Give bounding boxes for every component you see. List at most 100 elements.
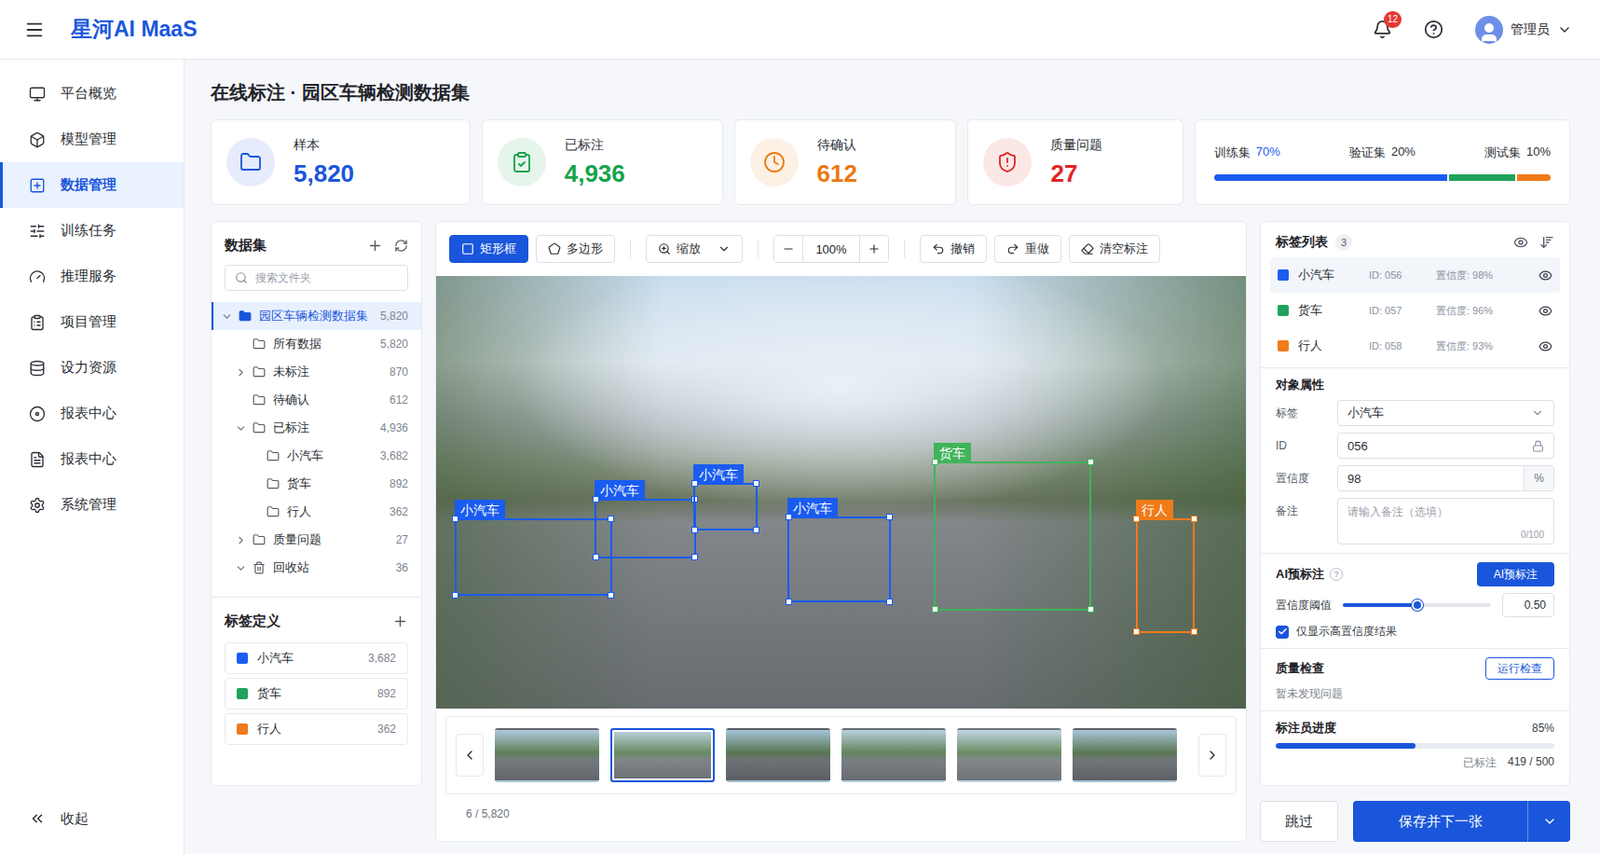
next-button[interactable] xyxy=(1198,733,1227,777)
thumbnail[interactable] xyxy=(494,727,600,782)
resize-handle[interactable] xyxy=(607,591,615,599)
action-button[interactable]: 清空标注 xyxy=(1068,234,1161,263)
label-row[interactable]: 小汽车ID: 056置信度: 98% xyxy=(1270,257,1560,293)
notifications[interactable]: 12 xyxy=(1372,19,1393,40)
thumbnail[interactable] xyxy=(1072,727,1177,782)
resize-handle[interactable] xyxy=(1087,458,1095,465)
action-button[interactable]: 重做 xyxy=(994,234,1062,263)
bounding-box[interactable]: 小汽车 xyxy=(693,482,758,532)
sidebar-item[interactable]: 报表中心 xyxy=(0,390,184,437)
user-menu[interactable]: 管理员 xyxy=(1475,15,1573,44)
resize-handle[interactable] xyxy=(691,526,698,534)
text-field[interactable]: 056 xyxy=(1337,432,1555,459)
resize-handle[interactable] xyxy=(931,605,939,613)
help-icon[interactable] xyxy=(1423,19,1444,40)
checkbox[interactable] xyxy=(1275,625,1289,639)
tree-row[interactable]: 行人362 xyxy=(211,497,422,526)
label-definition[interactable]: 行人362 xyxy=(224,712,409,745)
zoom-select[interactable]: 缩放 xyxy=(645,234,743,263)
ai-annotate-button[interactable]: AI预标注 xyxy=(1476,561,1555,587)
resize-handle[interactable] xyxy=(691,479,698,487)
sidebar-item[interactable]: 训练任务 xyxy=(0,207,184,254)
resize-handle[interactable] xyxy=(451,515,459,522)
resize-handle[interactable] xyxy=(592,553,600,561)
help-badge[interactable]: ? xyxy=(1329,567,1343,581)
save-menu-button[interactable] xyxy=(1527,800,1571,842)
resize-handle[interactable] xyxy=(1190,515,1198,522)
resize-handle[interactable] xyxy=(752,526,760,534)
resize-handle[interactable] xyxy=(1133,515,1140,522)
resize-handle[interactable] xyxy=(592,495,600,503)
tree-row[interactable]: 小汽车3,682 xyxy=(211,441,422,470)
eye-icon[interactable] xyxy=(1513,234,1529,250)
label-row[interactable]: 行人ID: 058置信度: 93% xyxy=(1270,328,1560,364)
sidebar-item[interactable]: 推理服务 xyxy=(0,253,184,300)
resize-handle[interactable] xyxy=(785,513,793,520)
resize-handle[interactable] xyxy=(451,591,459,599)
resize-handle[interactable] xyxy=(1087,605,1095,613)
skip-button[interactable]: 跳过 xyxy=(1259,800,1339,842)
search-input[interactable] xyxy=(253,270,398,286)
save-next-button[interactable]: 保存并下一张 xyxy=(1353,800,1528,842)
chevron-right-icon[interactable] xyxy=(234,366,247,379)
resize-handle[interactable] xyxy=(785,598,793,605)
plus-icon[interactable] xyxy=(392,613,409,630)
tree-row[interactable]: 所有数据5,820 xyxy=(211,329,422,358)
tool-button[interactable]: 多边形 xyxy=(535,234,616,263)
sidebar-item[interactable]: 项目管理 xyxy=(0,299,184,345)
tree-row[interactable]: 园区车辆检测数据集5,820 xyxy=(211,301,422,330)
tree-row[interactable]: 货车892 xyxy=(211,469,422,498)
prev-button[interactable] xyxy=(455,733,484,777)
sort-icon[interactable] xyxy=(1539,234,1555,250)
sidebar-item[interactable]: 模型管理 xyxy=(0,116,184,163)
action-button[interactable]: 撤销 xyxy=(919,234,987,263)
chevron-down-icon[interactable] xyxy=(234,561,247,575)
thumbnail[interactable] xyxy=(841,727,946,782)
tree-row[interactable]: 回收站36 xyxy=(211,553,422,582)
logo[interactable]: 星河AI MaaS xyxy=(70,14,197,44)
chevron-down-icon[interactable] xyxy=(220,310,233,323)
search-field[interactable] xyxy=(224,264,409,291)
sidebar-item[interactable]: 报表中心 xyxy=(0,436,184,482)
thumbnail[interactable] xyxy=(725,727,831,782)
label-row[interactable]: 货车ID: 057置信度: 96% xyxy=(1270,292,1560,329)
resize-handle[interactable] xyxy=(1190,628,1198,635)
tree-row[interactable]: 已标注4,936 xyxy=(211,413,422,442)
tree-row[interactable]: 待确认612 xyxy=(211,385,422,414)
zoom-out-button[interactable] xyxy=(774,235,803,262)
resize-handle[interactable] xyxy=(886,513,893,520)
eye-icon[interactable] xyxy=(1538,339,1553,354)
sidebar-item[interactable]: 数据管理 xyxy=(0,162,184,208)
label-definition[interactable]: 货车892 xyxy=(224,677,409,710)
slider-track[interactable] xyxy=(1342,602,1491,607)
tree-row[interactable]: 未标注870 xyxy=(211,357,422,386)
slider-thumb[interactable] xyxy=(1411,599,1423,611)
thumbnail[interactable] xyxy=(957,727,1062,782)
thumbnail[interactable] xyxy=(610,727,715,782)
resize-handle[interactable] xyxy=(607,515,615,522)
filter-checkbox[interactable]: 仅显示高置信度结果 xyxy=(1275,623,1555,640)
bounding-box[interactable]: 货车 xyxy=(933,461,1092,611)
bounding-box[interactable]: 小汽车 xyxy=(594,498,697,559)
resize-handle[interactable] xyxy=(1133,628,1140,635)
threshold-value[interactable]: 0.50 xyxy=(1502,592,1555,617)
chevron-down-icon[interactable] xyxy=(234,422,247,435)
collapse-button[interactable]: 收起 xyxy=(0,799,184,837)
bounding-box[interactable]: 小汽车 xyxy=(787,516,890,602)
zoom-in-button[interactable] xyxy=(860,235,889,262)
image-canvas[interactable]: 小汽车小汽车小汽车小汽车货车行人 xyxy=(436,275,1246,709)
sidebar-item[interactable]: 平台概览 xyxy=(0,70,184,117)
refresh-icon[interactable] xyxy=(394,238,409,253)
sidebar-item[interactable]: 设力资源 xyxy=(0,344,184,391)
remark-field[interactable]: 请输入备注（选填）0/100 xyxy=(1337,497,1555,545)
chevron-right-icon[interactable] xyxy=(234,533,247,547)
tree-row[interactable]: 质量问题27 xyxy=(211,525,422,554)
eye-icon[interactable] xyxy=(1538,268,1553,283)
run-check-button[interactable]: 运行检查 xyxy=(1485,656,1555,680)
bounding-box[interactable]: 小汽车 xyxy=(454,518,613,597)
menu-icon[interactable] xyxy=(24,19,45,41)
eye-icon[interactable] xyxy=(1538,303,1553,318)
resize-handle[interactable] xyxy=(752,479,760,487)
label-definition[interactable]: 小汽车3,682 xyxy=(224,642,409,674)
label-select[interactable]: 小汽车 xyxy=(1337,399,1555,426)
